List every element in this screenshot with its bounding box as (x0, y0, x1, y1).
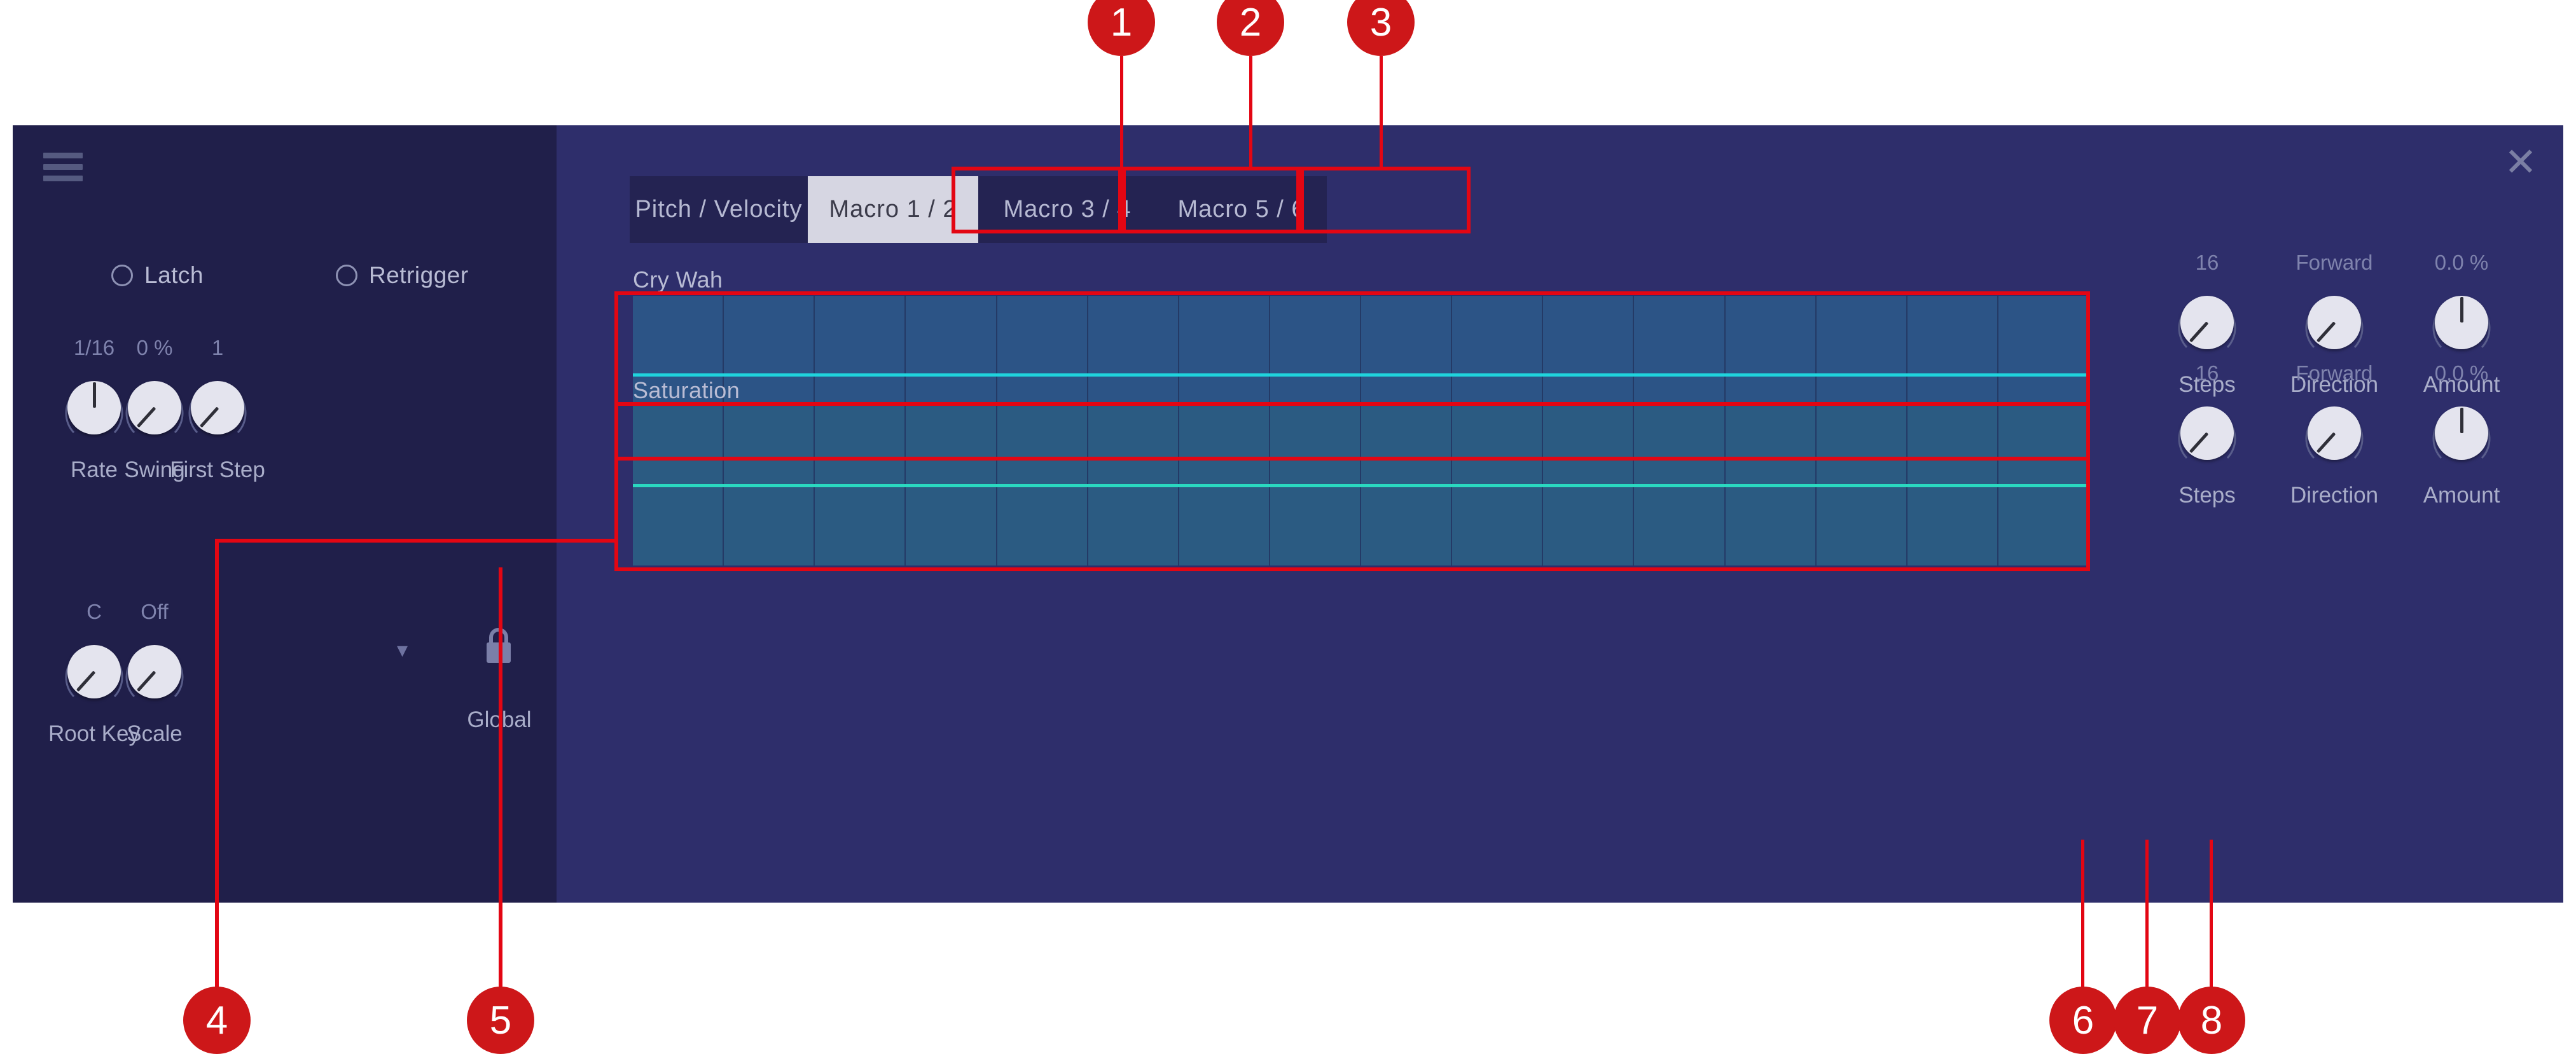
knob-direction-dial[interactable] (2299, 398, 2370, 469)
knob-body[interactable] (191, 381, 244, 434)
knob-pointer-icon (2316, 432, 2336, 454)
callout-bubble-6: 6 (2049, 987, 2117, 1054)
tab-label: Macro 1 / 2 (829, 196, 957, 223)
knob-pointer-icon (136, 670, 156, 692)
close-icon[interactable]: ✕ (2500, 143, 2541, 185)
hamburger-menu-icon[interactable] (43, 153, 83, 181)
callout-bubble-3: 3 (1347, 0, 1415, 56)
toggle-latch-label: Latch (144, 262, 204, 288)
grid-centerline (633, 484, 2089, 487)
knob-direction-saturation[interactable]: Forward Direction (2271, 361, 2398, 508)
knob-steps-value: 16 (2195, 251, 2219, 274)
step-grid-saturation[interactable] (633, 406, 2089, 565)
knob-scale-value: Off (141, 600, 169, 623)
callout-bubble-8: 8 (2178, 987, 2245, 1054)
tab-macro-3-4[interactable]: Macro 3 / 4 (978, 176, 1156, 243)
radio-circle-icon (336, 265, 357, 286)
knob-first-step[interactable]: 1 First Step (160, 335, 275, 483)
knob-pointer-icon (2189, 321, 2208, 343)
tab-label: Macro 3 / 4 (1003, 196, 1132, 223)
knob-direction-dial[interactable] (2299, 287, 2370, 358)
callout-bubble-2: 2 (1217, 0, 1284, 56)
lane-title-saturation: Saturation (633, 377, 740, 403)
toggle-retrigger-label: Retrigger (369, 262, 469, 288)
knob-first-step-dial[interactable] (182, 372, 253, 443)
knob-direction-value: Forward (2296, 361, 2373, 385)
knob-pointer-icon (2316, 321, 2336, 343)
knob-amount-dial[interactable] (2426, 287, 2497, 358)
knob-amount-value: 0.0 % (2434, 251, 2489, 274)
lane-title-cry-wah: Cry Wah (633, 267, 723, 293)
knob-body[interactable] (2308, 406, 2361, 460)
toggle-retrigger[interactable]: Retrigger (336, 262, 469, 289)
hamburger-bar (43, 176, 83, 181)
knob-steps-dial[interactable] (2171, 398, 2243, 469)
knob-pointer-icon (2189, 432, 2208, 454)
lane-knobs-saturation: 16 Steps Forward Direction 0.0 % Amount (2143, 361, 2525, 508)
knob-body[interactable] (2180, 296, 2234, 349)
knob-body[interactable] (2308, 296, 2361, 349)
global-label: Global (467, 707, 532, 732)
main-panel: ✕ Pitch / Velocity Macro 1 / 2 Macro 3 /… (557, 125, 2563, 903)
callout-bubble-1: 1 (1088, 0, 1155, 56)
plugin-window: Latch Retrigger 1/16 Rate 0 % Swing 1 Fi… (13, 125, 2563, 903)
hamburger-bar (43, 164, 83, 170)
knob-body[interactable] (2180, 406, 2234, 460)
knob-body[interactable] (128, 645, 181, 698)
tab-macro-5-6[interactable]: Macro 5 / 6 (1156, 176, 1327, 243)
knob-pointer-icon (2460, 408, 2463, 433)
knob-direction-value: Forward (2296, 251, 2373, 274)
knob-first-step-value: 1 (211, 336, 224, 359)
knob-amount-dial[interactable] (2426, 398, 2497, 469)
callout-bubble-5: 5 (467, 987, 534, 1054)
knob-pointer-icon (92, 382, 96, 408)
knob-steps-value: 16 (2195, 361, 2219, 385)
knob-pointer-icon (76, 670, 95, 692)
tab-macro-1-2[interactable]: Macro 1 / 2 (808, 176, 978, 243)
chevron-down-icon[interactable]: ▾ (397, 637, 408, 663)
hamburger-bar (43, 153, 83, 158)
knob-scale-dial[interactable] (119, 636, 190, 707)
knob-amount-label: Amount (2423, 483, 2500, 508)
knob-direction-label: Direction (2290, 483, 2379, 508)
knob-steps-dial[interactable] (2171, 287, 2243, 358)
tab-label: Pitch / Velocity (635, 196, 803, 223)
unlock-icon[interactable] (487, 628, 511, 663)
callout-bubble-7: 7 (2114, 987, 2181, 1054)
lock-body (487, 642, 511, 663)
knob-body[interactable] (2435, 406, 2488, 460)
callout-bubble-4: 4 (183, 987, 251, 1054)
knob-amount-value: 0.0 % (2434, 361, 2489, 385)
knob-pointer-icon (199, 406, 219, 428)
grid-centerline (633, 373, 2089, 377)
tab-bar: Pitch / Velocity Macro 1 / 2 Macro 3 / 4… (630, 176, 1327, 243)
toggle-latch[interactable]: Latch (111, 262, 204, 289)
knob-amount-saturation[interactable]: 0.0 % Amount (2398, 361, 2525, 508)
knob-steps-saturation[interactable]: 16 Steps (2143, 361, 2271, 508)
tab-pitch-velocity[interactable]: Pitch / Velocity (630, 176, 808, 243)
knob-pointer-icon (136, 406, 156, 428)
knob-scale-label: Scale (127, 721, 183, 746)
knob-body[interactable] (2435, 296, 2488, 349)
tab-label: Macro 5 / 6 (1177, 196, 1306, 223)
lock-shackle (489, 628, 508, 643)
radio-circle-icon (111, 265, 133, 286)
knob-steps-label: Steps (2178, 483, 2236, 508)
knob-pointer-icon (2460, 297, 2463, 322)
knob-scale[interactable]: Off Scale (97, 599, 212, 747)
sidebar: Latch Retrigger 1/16 Rate 0 % Swing 1 Fi… (13, 125, 557, 903)
knob-first-step-label: First Step (170, 457, 265, 482)
